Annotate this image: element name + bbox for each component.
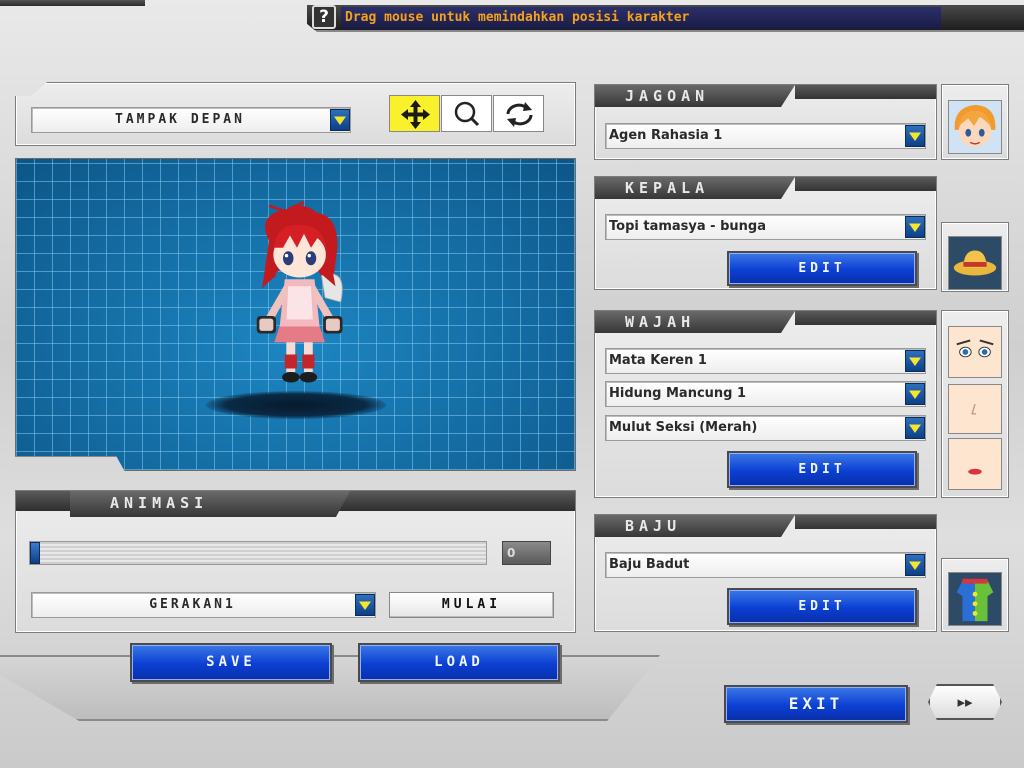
mouth-select[interactable]: Mulut Seksi (Merah) — [605, 415, 926, 441]
clown-outfit-icon — [949, 573, 1001, 625]
save-button[interactable]: SAVE — [130, 643, 332, 682]
baju-select[interactable]: Baju Badut — [605, 552, 926, 578]
help-bar: ? Drag mouse untuk memindahkan posisi ka… — [307, 5, 1024, 32]
wajah-title: WAJAH — [595, 311, 795, 333]
frame-counter: 0 — [502, 541, 551, 565]
mouth-thumbnail[interactable] — [948, 438, 1002, 490]
rotate-tool-button[interactable] — [493, 95, 544, 132]
eyes-select[interactable]: Mata Keren 1 — [605, 348, 926, 374]
chevron-down-icon[interactable] — [905, 125, 925, 147]
frame-slider-handle[interactable] — [30, 542, 40, 564]
exit-button[interactable]: EXIT — [724, 685, 908, 723]
zoom-tool-button[interactable] — [441, 95, 492, 132]
top-left-strip — [0, 0, 145, 6]
chevron-down-icon[interactable] — [905, 350, 925, 372]
motion-select-value: GERAKAN1 — [149, 597, 236, 612]
start-button[interactable]: MULAI — [389, 592, 554, 618]
eyes-face-icon — [949, 327, 1001, 377]
view-select[interactable]: TAMPAK DEPAN — [31, 107, 351, 133]
wajah-header-bar — [795, 311, 936, 325]
chevron-down-icon[interactable] — [905, 417, 925, 439]
nose-thumbnail[interactable] — [948, 384, 1002, 434]
baju-edit-button[interactable]: EDIT — [727, 588, 917, 625]
kepala-header-bar — [795, 177, 936, 191]
baju-header-bar — [795, 515, 936, 529]
baju-select-value: Baju Badut — [609, 557, 690, 572]
kepala-thumbnail[interactable] — [948, 236, 1002, 290]
mouth-select-value: Mulut Seksi (Merah) — [609, 420, 758, 435]
rotate-icon — [506, 102, 533, 127]
straw-hat-icon — [949, 237, 1001, 289]
chevron-down-icon[interactable] — [330, 109, 350, 131]
mouth-face-icon — [949, 439, 1001, 489]
next-button[interactable]: ▸▸ — [928, 684, 1002, 720]
eyes-thumbnail[interactable] — [948, 326, 1002, 378]
double-arrow-icon: ▸▸ — [957, 693, 973, 711]
nose-select[interactable]: Hidung Mancung 1 — [605, 381, 926, 407]
move-tool-button[interactable] — [389, 95, 440, 132]
chevron-down-icon[interactable] — [905, 383, 925, 405]
magnifier-icon — [454, 101, 480, 127]
baju-thumbnail[interactable] — [948, 572, 1002, 626]
motion-select[interactable]: GERAKAN1 — [31, 592, 376, 618]
nose-select-value: Hidung Mancung 1 — [609, 386, 747, 401]
animation-title: ANIMASI — [70, 491, 350, 517]
chevron-down-icon[interactable] — [905, 216, 925, 238]
jagoan-header-bar — [795, 85, 936, 99]
character-model[interactable] — [234, 187, 374, 417]
view-select-value: TAMPAK DEPAN — [115, 112, 245, 127]
jagoan-title: JAGOAN — [595, 85, 795, 107]
kepala-title: KEPALA — [595, 177, 795, 199]
help-icon[interactable]: ? — [312, 5, 336, 29]
load-button[interactable]: LOAD — [358, 643, 560, 682]
chevron-down-icon[interactable] — [905, 554, 925, 576]
jagoan-select-value: Agen Rahasia 1 — [609, 128, 723, 143]
jagoan-thumbnail[interactable] — [948, 100, 1002, 154]
move-arrows-icon — [401, 100, 430, 129]
eyes-select-value: Mata Keren 1 — [609, 353, 707, 368]
character-viewport[interactable] — [15, 158, 576, 471]
character-face-icon — [949, 101, 1001, 153]
nose-face-icon — [949, 385, 1001, 433]
chevron-down-icon[interactable] — [355, 594, 375, 616]
kepala-select[interactable]: Topi tamasya - bunga — [605, 214, 926, 240]
jagoan-select[interactable]: Agen Rahasia 1 — [605, 123, 926, 149]
frame-slider[interactable] — [29, 541, 487, 565]
viewport-notch — [15, 456, 125, 472]
baju-title: BAJU — [595, 515, 795, 537]
kepala-select-value: Topi tamasya - bunga — [609, 219, 766, 234]
help-message: Drag mouse untuk memindahkan posisi kara… — [341, 7, 941, 29]
wajah-edit-button[interactable]: EDIT — [727, 451, 917, 488]
kepala-edit-button[interactable]: EDIT — [727, 251, 917, 286]
